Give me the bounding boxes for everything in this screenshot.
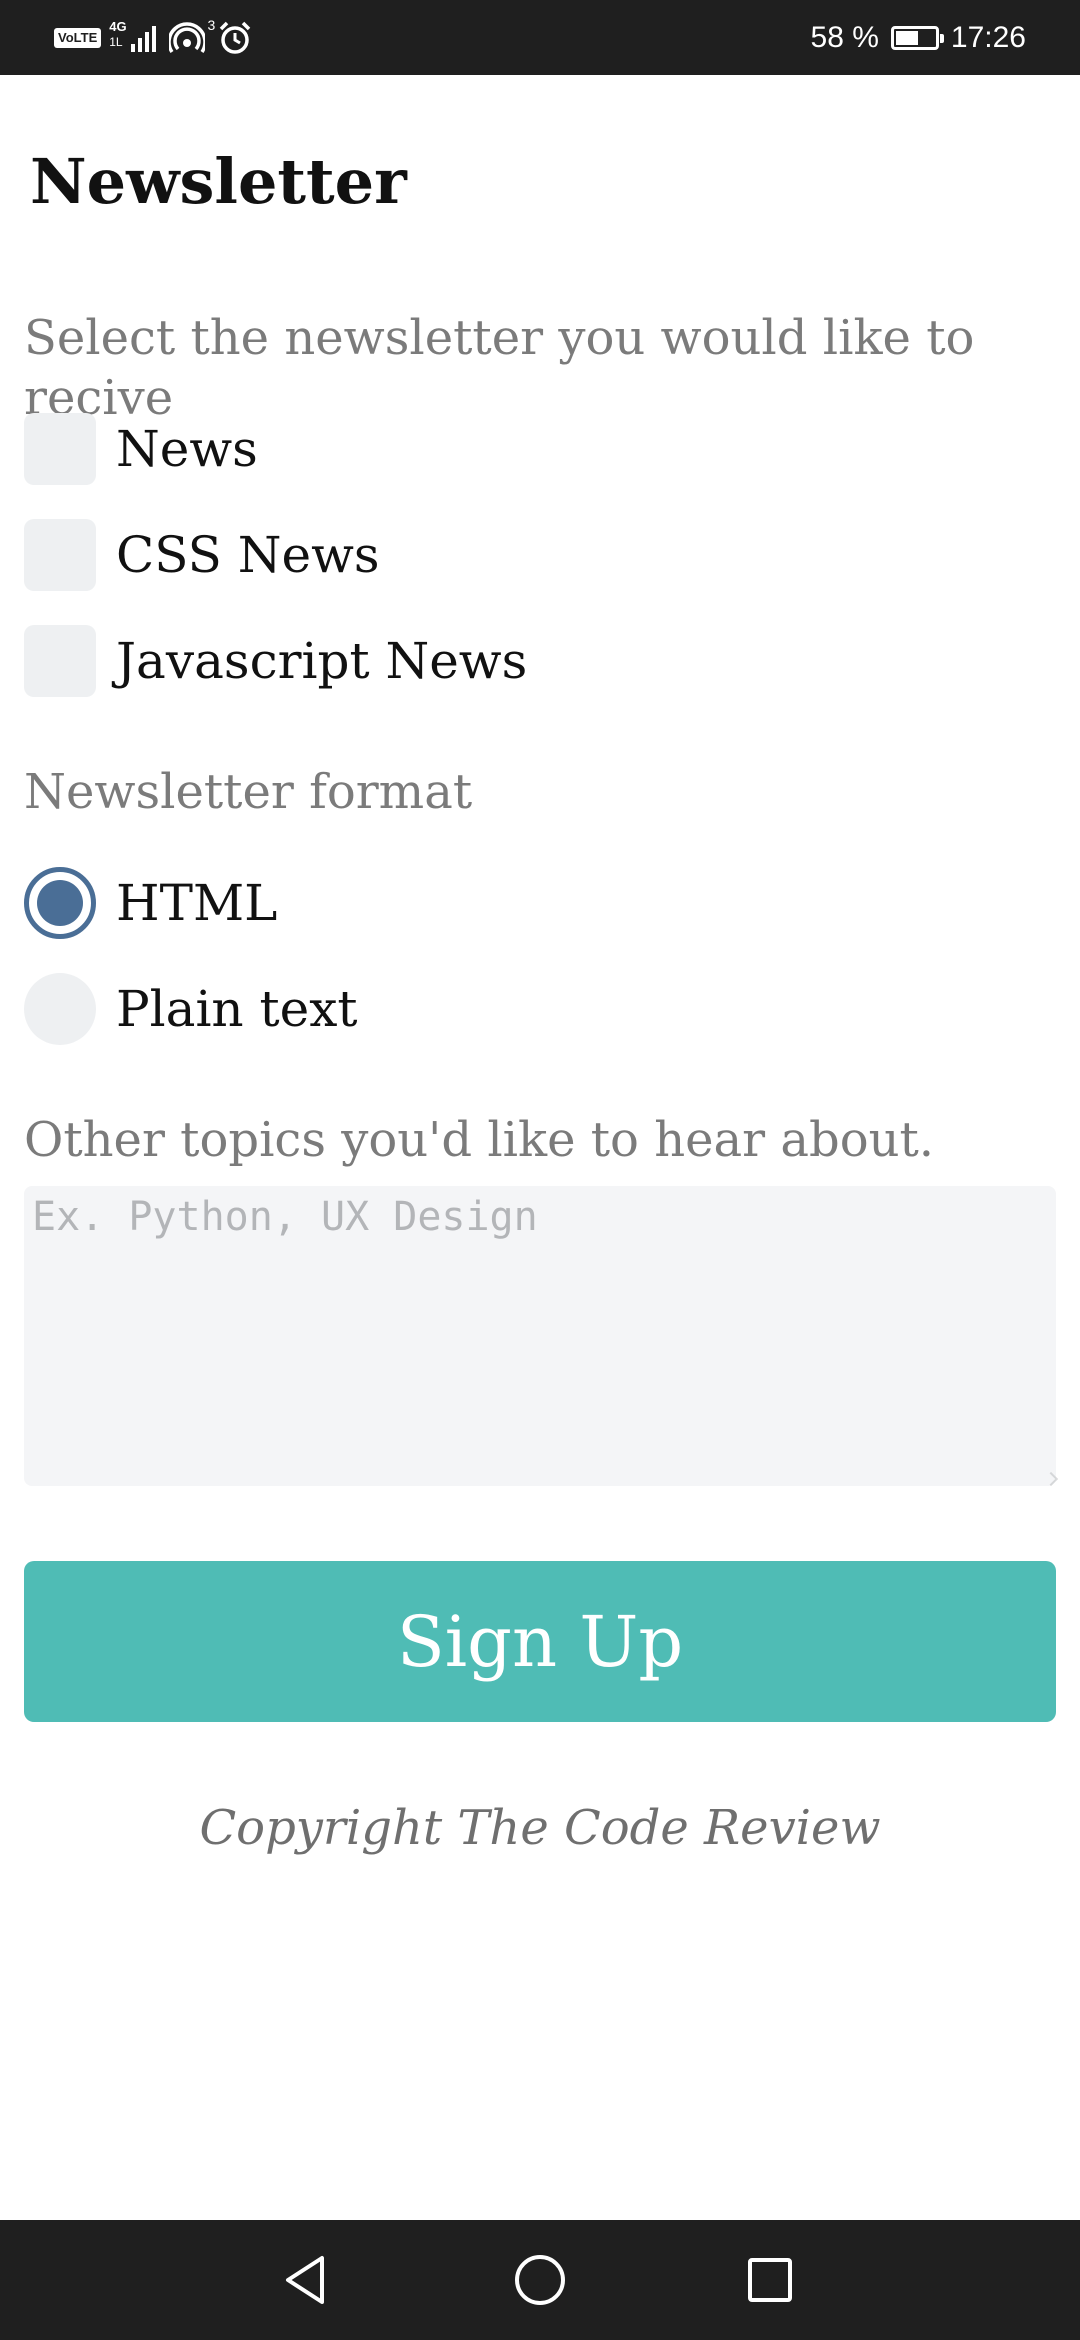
status-bar: VoLTE 4G 1L 3 58 % 17:26 (0, 0, 1080, 75)
option-css-news[interactable]: CSS News (24, 519, 380, 591)
network-type-label: 4G (109, 19, 127, 34)
html-radio[interactable] (24, 867, 96, 939)
network-sub-label: 1L (109, 35, 123, 49)
alarm-icon (217, 20, 253, 56)
option-javascript-news[interactable]: Javascript News (24, 625, 527, 697)
recents-icon[interactable] (740, 2250, 800, 2310)
clock: 17:26 (950, 21, 1026, 54)
status-right-icons: 58 % 17:26 (811, 18, 1026, 58)
cell-signal-icon: 4G 1L (109, 19, 161, 54)
newsletter-format-label: Newsletter format (24, 764, 473, 820)
javascript-news-checkbox[interactable] (24, 625, 96, 697)
home-icon[interactable] (510, 2250, 570, 2310)
plain-text-radio[interactable] (24, 973, 96, 1045)
battery-icon (890, 26, 944, 50)
news-label: News (116, 420, 258, 478)
option-html[interactable]: HTML (24, 867, 277, 939)
newsletter-select-label: Select the newsletter you would like to … (24, 310, 975, 426)
hotspot-count: 3 (207, 17, 216, 33)
copyright-text: Copyright The Code Review (199, 1800, 881, 1856)
css-news-checkbox[interactable] (24, 519, 96, 591)
back-icon[interactable] (278, 2250, 338, 2310)
hotspot-icon: 3 (167, 17, 215, 55)
other-topics-label: Other topics you'd like to hear about. (24, 1112, 935, 1168)
navigation-bar (0, 2220, 1080, 2340)
page-title: Newsletter (30, 145, 407, 218)
css-news-label: CSS News (116, 526, 380, 584)
sign-up-button[interactable]: Sign Up (24, 1561, 1056, 1722)
status-left-icons: VoLTE 4G 1L 3 (54, 17, 253, 58)
news-checkbox[interactable] (24, 413, 96, 485)
html-label: HTML (116, 874, 278, 932)
option-news[interactable]: News (24, 413, 258, 485)
plain-text-label: Plain text (116, 980, 358, 1038)
option-plain-text[interactable]: Plain text (24, 973, 358, 1045)
topics-textarea[interactable] (24, 1186, 1056, 1486)
javascript-news-label: Javascript News (116, 632, 528, 690)
volte-badge: VoLTE (54, 28, 102, 48)
battery-percent: 58 % (810, 21, 879, 54)
